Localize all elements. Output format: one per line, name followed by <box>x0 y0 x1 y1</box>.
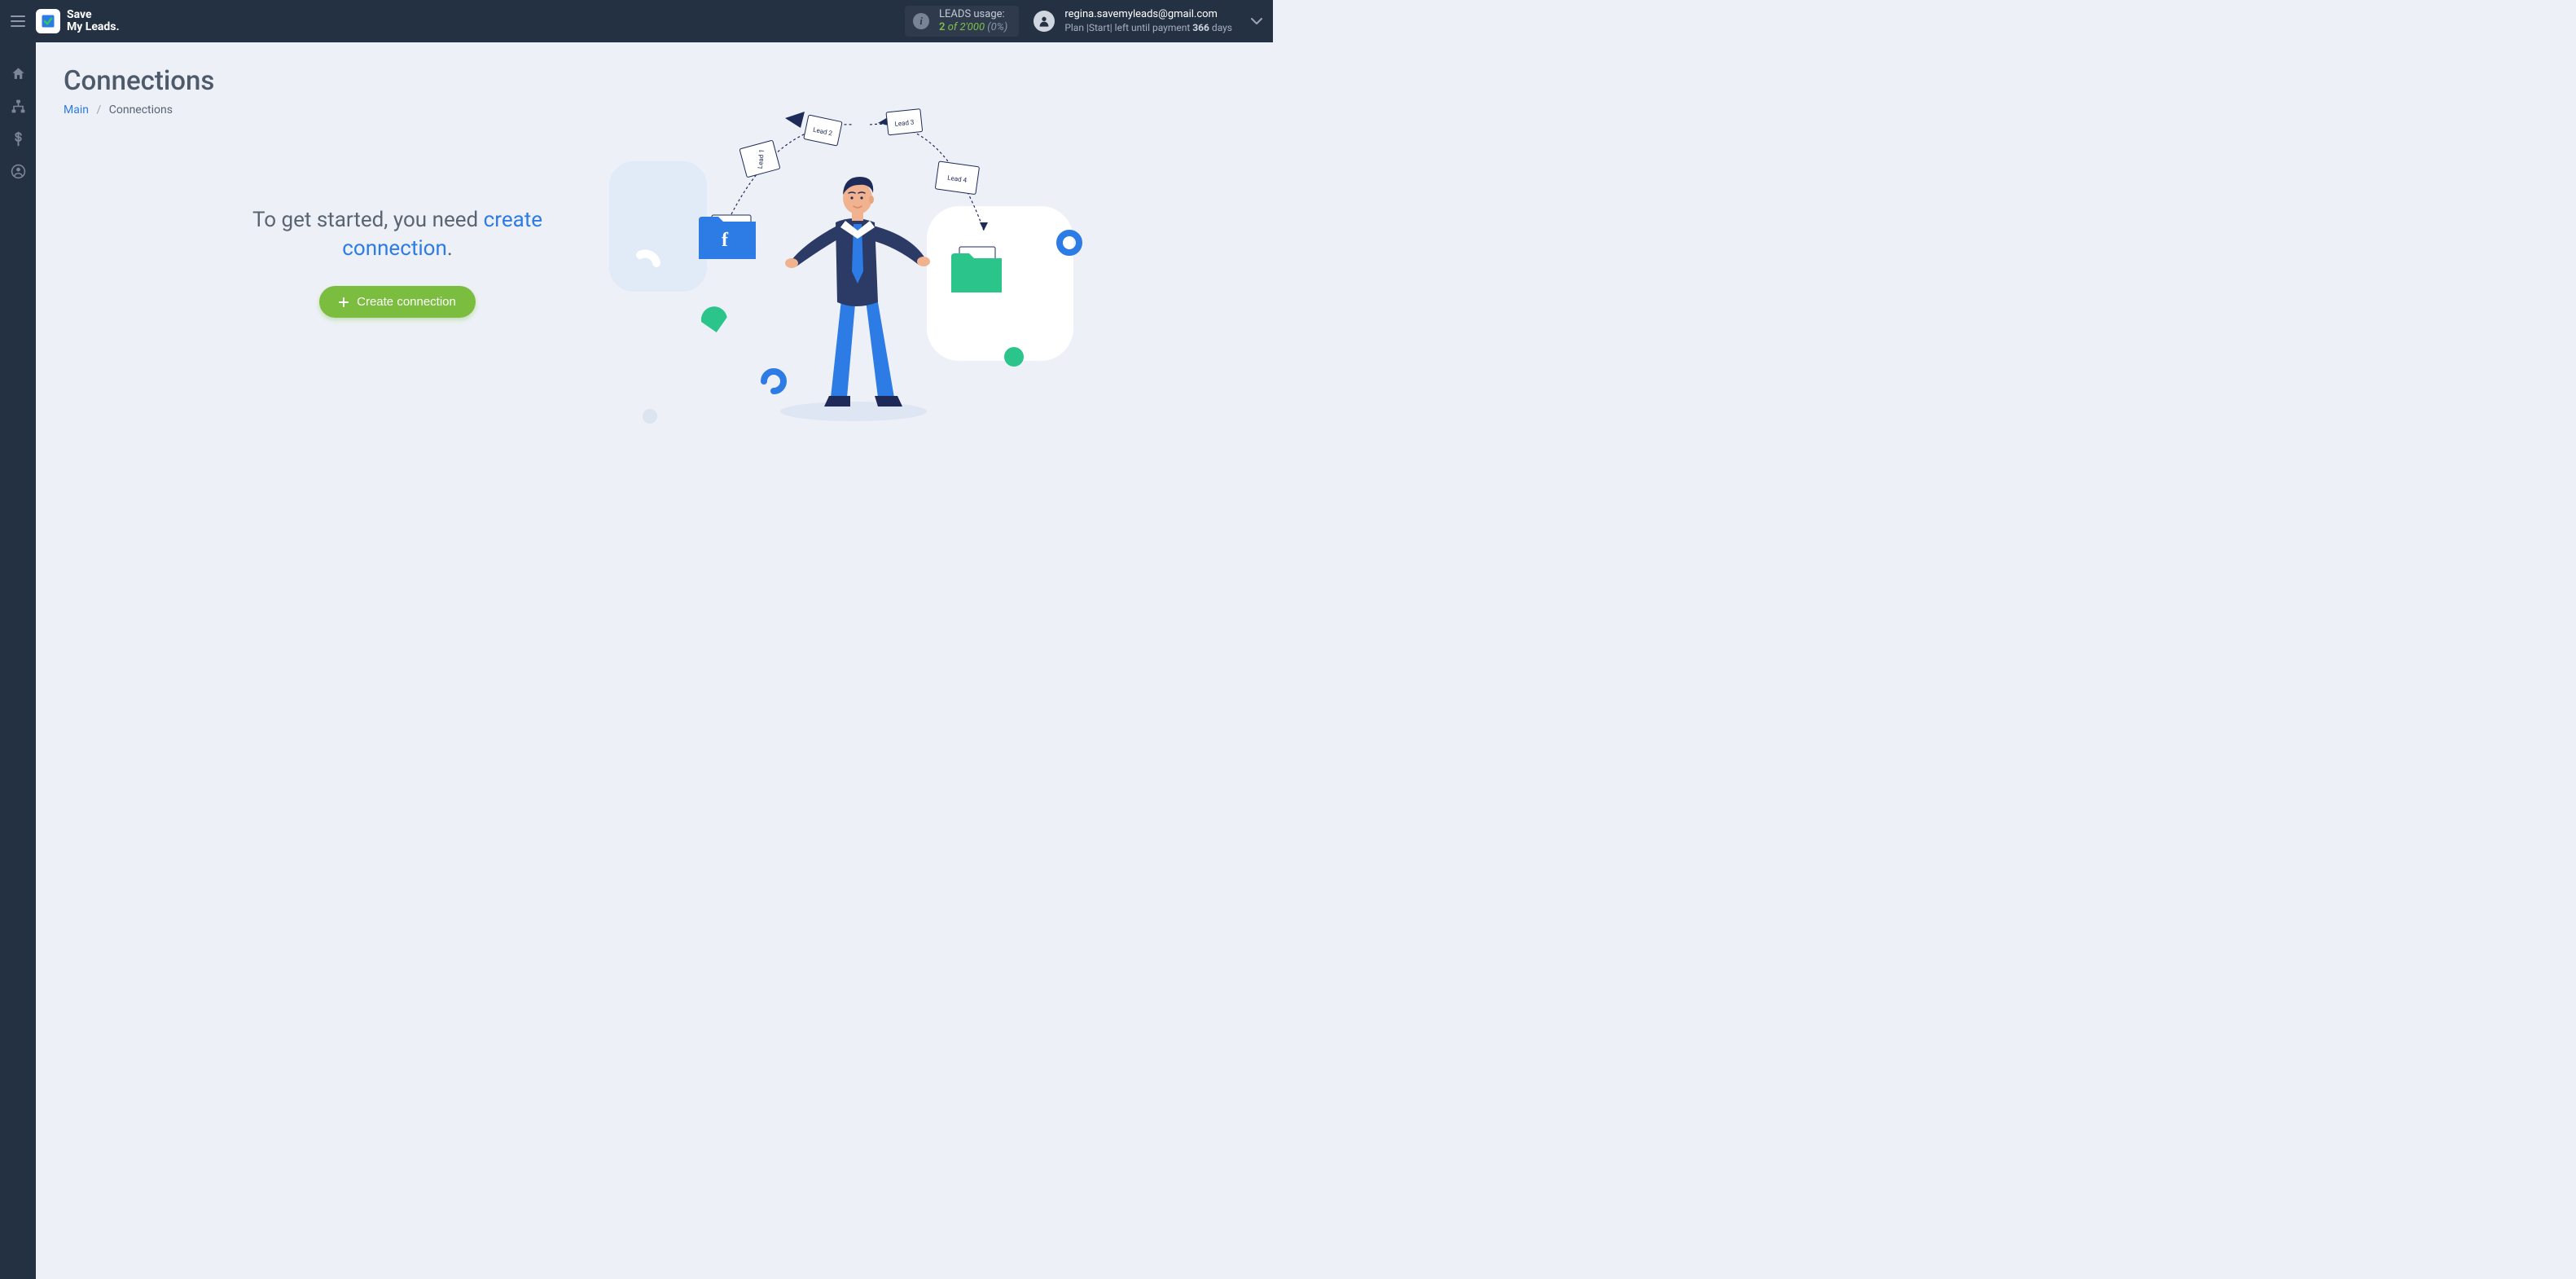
logo-badge <box>36 9 60 33</box>
info-icon: i <box>913 13 929 29</box>
sidebar-item-billing[interactable] <box>10 130 26 147</box>
leads-usage-text: LEADS usage: 2 of 2'000 (0%) <box>939 8 1007 33</box>
empty-text-column: To get started, you need create connecti… <box>243 206 552 318</box>
user-circle-icon <box>11 164 26 179</box>
home-icon <box>11 66 26 81</box>
leads-usage-numbers: 2 of 2'000 (0%) <box>939 21 1007 34</box>
sitemap-icon <box>11 99 26 114</box>
logo-text-line2: My Leads. <box>67 20 120 33</box>
app-logo[interactable]: Save My Leads. <box>36 9 120 33</box>
sidebar-item-home[interactable] <box>10 65 26 81</box>
breadcrumb: Main / Connections <box>64 103 2548 116</box>
sidebar-item-account[interactable] <box>10 163 26 179</box>
create-connection-button-label: Create connection <box>357 295 456 309</box>
breadcrumb-separator: / <box>96 103 101 116</box>
leads-illustration-svg: Lead 1 Lead 2 Lead 3 Lead 4 <box>601 108 1090 434</box>
leads-usage-box[interactable]: i LEADS usage: 2 of 2'000 (0%) <box>905 6 1019 37</box>
avatar <box>1033 11 1055 32</box>
dollar-icon <box>11 131 26 147</box>
leads-of: of 2'000 <box>948 21 985 33</box>
user-menu[interactable]: regina.savemyleads@gmail.com Plan |Start… <box>1033 8 1232 33</box>
user-menu-caret[interactable] <box>1240 0 1273 42</box>
page-title: Connections <box>64 65 2548 97</box>
chevron-down-icon <box>1251 18 1262 24</box>
user-text: regina.savemyleads@gmail.com Plan |Start… <box>1064 8 1232 33</box>
svg-text:f: f <box>722 230 729 251</box>
sidebar-item-connections[interactable] <box>10 98 26 114</box>
plus-icon <box>339 297 349 307</box>
empty-headline-suffix: . <box>447 236 453 261</box>
logo-text: Save My Leads. <box>67 9 120 33</box>
leads-usage-label: LEADS usage: <box>939 8 1007 21</box>
user-email: regina.savemyleads@gmail.com <box>1064 8 1232 21</box>
breadcrumb-current: Connections <box>109 103 173 116</box>
user-plan: Plan |Start| left until payment 366 days <box>1064 22 1232 34</box>
empty-state-illustration: Lead 1 Lead 2 Lead 3 Lead 4 <box>601 108 1090 434</box>
menu-toggle-button[interactable] <box>0 0 36 42</box>
empty-headline-prefix: To get started, you need <box>252 208 484 232</box>
leads-pct: (0%) <box>987 21 1007 33</box>
check-icon <box>40 13 56 29</box>
create-connection-button[interactable]: Create connection <box>319 286 476 318</box>
hamburger-icon <box>11 15 25 27</box>
sidebar <box>0 42 36 1279</box>
leads-used: 2 <box>939 21 945 33</box>
breadcrumb-main-link[interactable]: Main <box>64 103 89 116</box>
logo-text-line1: Save <box>67 8 92 21</box>
main-content: Connections Main / Connections To get st… <box>36 42 2576 1279</box>
top-bar: Save My Leads. i LEADS usage: 2 of 2'000… <box>0 0 1273 42</box>
user-icon <box>1038 15 1051 28</box>
empty-headline: To get started, you need create connecti… <box>243 206 552 263</box>
empty-state: To get started, you need create connecti… <box>243 206 2548 434</box>
